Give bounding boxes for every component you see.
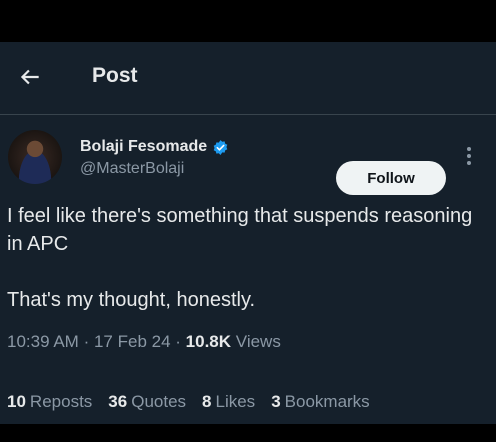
views-count: 10.8K <box>185 332 232 351</box>
post-meta: 10:39 AM · 17 Feb 24 · 10.8K Views <box>7 332 281 352</box>
back-button[interactable] <box>14 61 46 93</box>
bookmarks-stat[interactable]: 3 Bookmarks <box>271 392 370 412</box>
author-name-row: Bolaji Fesomade <box>80 138 229 156</box>
stat-count: 36 <box>108 392 128 411</box>
stat-count: 10 <box>7 392 26 411</box>
follow-button[interactable]: Follow <box>336 161 446 195</box>
quotes-stat[interactable]: 36 Quotes <box>108 392 186 412</box>
reposts-stat[interactable]: 10 Reposts <box>7 392 92 412</box>
post-text-line: That's my thought, honestly. <box>7 289 256 311</box>
author-display-name[interactable]: Bolaji Fesomade <box>80 138 207 156</box>
stat-label: Quotes <box>131 392 187 411</box>
more-vertical-icon-dot <box>467 147 471 151</box>
stat-count: 8 <box>202 392 212 411</box>
stat-label: Likes <box>215 392 256 411</box>
more-options-button[interactable] <box>460 143 478 169</box>
post-text: I feel like there's something that suspe… <box>7 202 477 314</box>
arrow-left-icon <box>20 69 39 85</box>
bottom-bar <box>0 424 496 442</box>
stat-label: Reposts <box>29 392 93 411</box>
views-label: Views <box>235 332 281 351</box>
top-bar <box>0 0 496 42</box>
meta-separator: · <box>83 332 90 351</box>
post-text-line: I feel like there's something that suspe… <box>7 205 473 255</box>
page-title: Post <box>92 64 138 87</box>
meta-separator: · <box>175 332 181 351</box>
post-time[interactable]: 10:39 AM <box>7 332 79 351</box>
likes-stat[interactable]: 8 Likes <box>202 392 255 412</box>
header-divider <box>0 114 496 115</box>
more-vertical-icon-dot <box>467 161 471 165</box>
post-date[interactable]: 17 Feb 24 <box>94 332 171 351</box>
more-vertical-icon-dot <box>467 154 471 158</box>
author-handle[interactable]: @MasterBolaji <box>80 160 184 178</box>
verified-badge-icon <box>213 139 228 155</box>
stat-label: Bookmarks <box>284 392 370 411</box>
post-detail-panel: Post Bolaji Fesomade @MasterBolaji Follo… <box>0 42 496 424</box>
avatar[interactable] <box>8 130 62 184</box>
engagement-stats: 10 Reposts 36 Quotes 8 Likes 3 Bookmarks <box>7 392 370 412</box>
post-header: Post <box>0 42 496 114</box>
stat-count: 3 <box>271 392 281 411</box>
